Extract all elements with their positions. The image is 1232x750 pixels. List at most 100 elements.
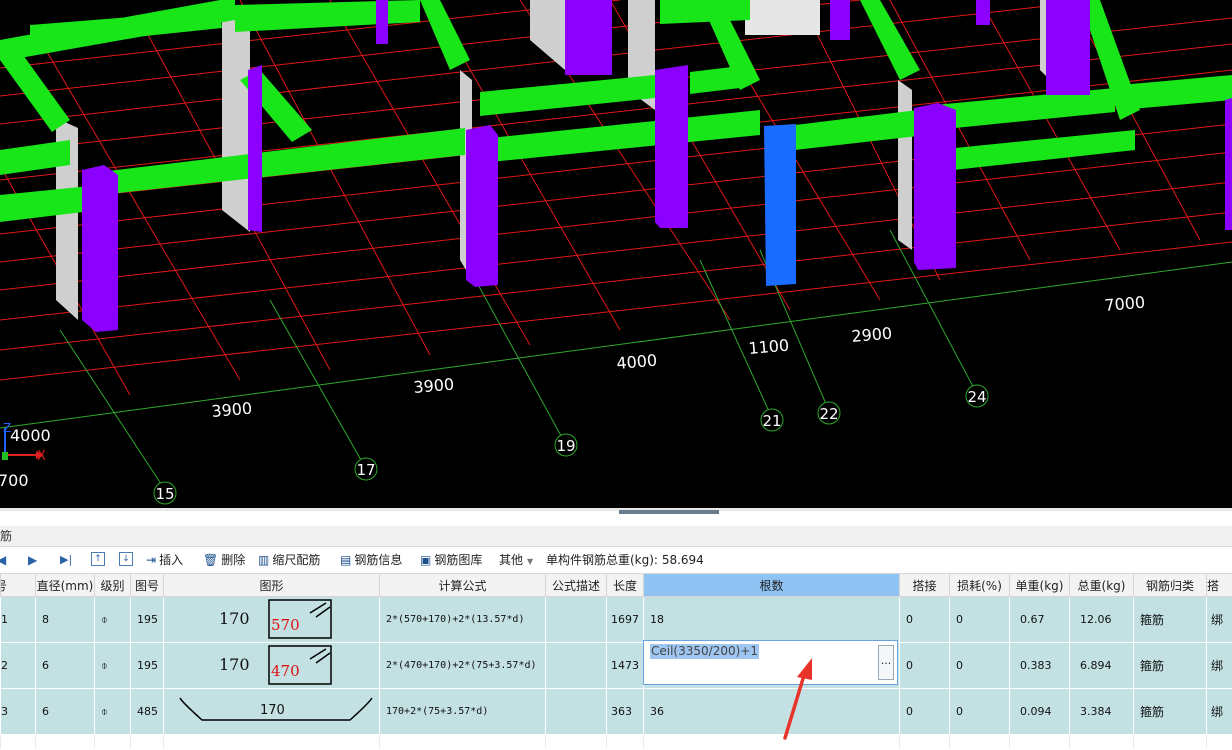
cell-no[interactable]: 2 [1,643,36,689]
cell-length[interactable]: 363 [607,689,644,735]
cell-fig-no[interactable]: 195 [131,597,164,643]
cell-formula-desc[interactable] [546,643,607,689]
other-label: 其他 [499,553,523,567]
empty-cell [380,735,546,750]
col-header-lap-type[interactable]: 搭 [1207,574,1232,597]
dim-label: 700 [0,471,29,490]
model-canvas[interactable]: 4000 3900 3900 4000 1100 2900 7000 700 1… [0,0,1232,508]
rebar-library-button[interactable]: ▣钢筋图库 [420,551,482,569]
cell-shape[interactable]: 170 470 [164,643,380,689]
cell-no[interactable]: 1 [1,597,36,643]
cell-no[interactable]: 3 [1,689,36,735]
insert-icon: ⇥ [146,551,156,569]
insert-button[interactable]: ⇥插入 [146,551,183,569]
col-header-unit-weight[interactable]: 单重(kg) [1010,574,1070,597]
cell-loss[interactable]: 0 [950,643,1010,689]
shape-dim-b[interactable]: 570 [271,616,300,634]
col-header-diameter[interactable]: 直径(mm) [36,574,95,597]
rebar-info-label: 钢筋信息 [354,553,402,567]
cell-shape[interactable]: 170 [164,689,380,735]
dim-label: 4000 [10,426,51,445]
dim-label: 1100 [748,336,790,358]
cell-formula[interactable]: 2*(570+170)+2*(13.57*d) [380,597,546,643]
cell-shape[interactable]: 170 570 [164,597,380,643]
col-header-formula[interactable]: 计算公式 [380,574,546,597]
empty-row[interactable] [1,735,1232,750]
shape-dim-b[interactable]: 470 [271,662,300,680]
cell-fig-no[interactable]: 485 [131,689,164,735]
count-cell-editor[interactable]: Ceil(3350/200)+1 ... [643,640,898,685]
cell-count[interactable]: 36 [644,689,900,735]
nav-first-button[interactable]: ◀ [0,551,6,569]
move-up-button[interactable]: ↑ [91,552,105,566]
ellipsis-button[interactable]: ... [878,645,894,680]
cell-grade[interactable]: ⌽ [95,643,131,689]
cell-lap[interactable]: 0 [900,597,950,643]
col-header-count[interactable]: 根数 [644,574,900,597]
cell-formula[interactable]: 2*(470+170)+2*(75+3.57*d) [380,643,546,689]
svg-text:24: 24 [967,388,986,406]
cell-unit-weight[interactable]: 0.67 [1010,597,1070,643]
panel-splitter[interactable] [0,508,1232,526]
col-header-fig-no[interactable]: 图号 [131,574,164,597]
panel-title: 钢筋 [0,526,12,546]
cell-grade[interactable]: ⌽ [95,597,131,643]
nav-last-button[interactable]: ▶| [60,551,72,569]
insert-label: 插入 [159,553,183,567]
col-header-no[interactable]: 号 [1,574,36,597]
col-header-category[interactable]: 钢筋归类 [1134,574,1207,597]
cell-loss[interactable]: 0 [950,689,1010,735]
cell-unit-weight[interactable]: 0.094 [1010,689,1070,735]
cell-category[interactable]: 箍筋 [1134,597,1207,643]
table-row[interactable]: 2 6 ⌽ 195 170 470 2*(470+170)+2*(75+3.57… [1,643,1232,689]
cell-total-weight[interactable]: 12.06 [1070,597,1134,643]
cell-lap-type[interactable]: 绑 [1207,597,1232,643]
cell-formula[interactable]: 170+2*(75+3.57*d) [380,689,546,735]
cell-lap[interactable]: 0 [900,643,950,689]
nav-next-button[interactable]: ▶ [28,551,37,569]
svg-text:15: 15 [155,485,174,503]
axis-marker-19: 19 [555,434,577,456]
cell-formula-desc[interactable] [546,689,607,735]
cell-unit-weight[interactable]: 0.383 [1010,643,1070,689]
table-row[interactable]: 3 6 ⌽ 485 170 170+2*(75+3.57*d) 363 36 0… [1,689,1232,735]
col-header-loss[interactable]: 损耗(%) [950,574,1010,597]
move-down-button[interactable]: ↓ [119,552,133,566]
delete-button[interactable]: 🗑删除 [203,551,245,569]
shape-dim-a: 170 [219,655,250,674]
cell-length[interactable]: 1473 [607,643,644,689]
col-header-total-weight[interactable]: 总重(kg) [1070,574,1134,597]
cell-total-weight[interactable]: 3.384 [1070,689,1134,735]
cell-lap[interactable]: 0 [900,689,950,735]
cell-diameter[interactable]: 6 [36,689,95,735]
other-menu[interactable]: 其他▼ [499,551,533,569]
col-header-formula-desc[interactable]: 公式描述 [546,574,607,597]
cell-lap-type[interactable]: 绑 [1207,643,1232,689]
col-header-grade[interactable]: 级别 [95,574,131,597]
shape-dim-a[interactable]: 170 [260,703,285,718]
axis-marker-24: 24 [966,385,988,407]
cell-grade[interactable]: ⌽ [95,689,131,735]
splitter-grip[interactable] [619,510,719,514]
rebar-info-button[interactable]: ▤钢筋信息 [340,551,402,569]
rebar-panel-header: 钢筋 [0,526,1232,547]
cell-loss[interactable]: 0 [950,597,1010,643]
cell-diameter[interactable]: 8 [36,597,95,643]
cell-total-weight[interactable]: 6.894 [1070,643,1134,689]
col-header-shape[interactable]: 图形 [164,574,380,597]
cell-count[interactable]: 18 [644,597,900,643]
col-header-length[interactable]: 长度 [607,574,644,597]
cell-category[interactable]: 箍筋 [1134,689,1207,735]
cell-fig-no[interactable]: 195 [131,643,164,689]
cell-diameter[interactable]: 6 [36,643,95,689]
scale-rebar-button[interactable]: ▥缩尺配筋 [258,551,320,569]
cell-lap-type[interactable]: 绑 [1207,689,1232,735]
svg-text:Z: Z [3,421,11,435]
cell-length[interactable]: 1697 [607,597,644,643]
cell-formula-desc[interactable] [546,597,607,643]
count-editor-input[interactable]: Ceil(3350/200)+1 [650,644,759,659]
table-row[interactable]: 1 8 ⌽ 195 170 570 2*(570+170)+2*(13.57*d… [1,597,1232,643]
3d-viewport[interactable]: 4000 3900 3900 4000 1100 2900 7000 700 1… [0,0,1232,508]
cell-category[interactable]: 箍筋 [1134,643,1207,689]
col-header-lap[interactable]: 搭接 [900,574,950,597]
